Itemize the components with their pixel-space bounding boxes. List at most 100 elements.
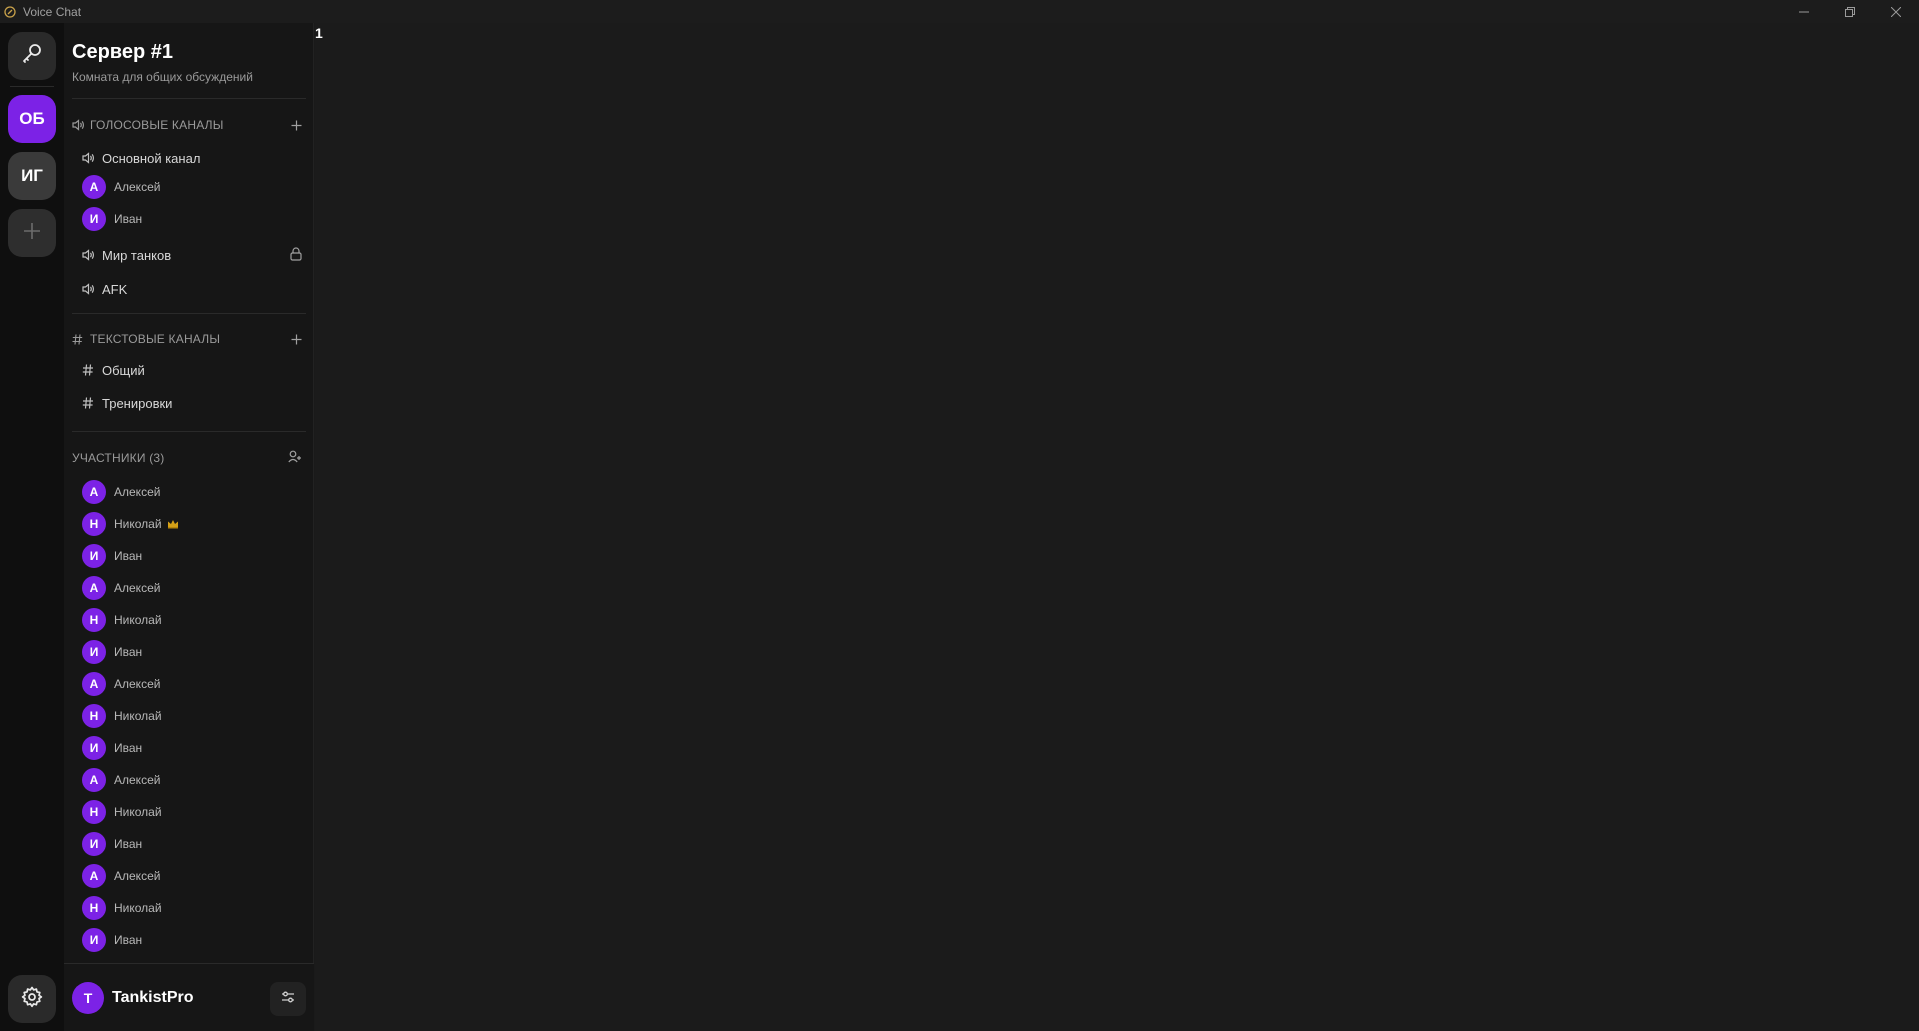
plus-icon	[22, 221, 42, 246]
user-name: Иван	[114, 212, 143, 226]
gear-icon	[20, 985, 44, 1014]
member-name: Алексей	[114, 773, 161, 787]
microphone-icon	[19, 41, 45, 72]
speaker-icon	[72, 119, 86, 131]
voice-channel-afk[interactable]: AFK	[82, 277, 306, 301]
server-initials: ОБ	[19, 109, 45, 128]
settings-button[interactable]	[8, 975, 56, 1023]
text-channel-general[interactable]: Общий	[82, 358, 306, 382]
member-name: Иван	[114, 549, 143, 563]
close-window-button[interactable]	[1873, 0, 1919, 23]
lock-icon	[290, 247, 302, 264]
avatar: А	[82, 576, 106, 600]
server-ig-button[interactable]: ИГ	[8, 152, 56, 200]
rail-divider	[10, 86, 54, 87]
voice-channel-tanks[interactable]: Мир танков	[82, 243, 306, 267]
avatar: И	[82, 207, 106, 231]
avatar: Н	[82, 512, 106, 536]
member-name: Иван	[114, 837, 143, 851]
member-row[interactable]: Н Николай	[82, 799, 306, 825]
channel-name: Основной канал	[102, 150, 201, 166]
member-row[interactable]: И Иван	[82, 831, 306, 857]
server-title: Сервер #1	[72, 41, 173, 63]
voice-channel-main[interactable]: Основной канал	[82, 146, 306, 170]
section-label: ГОЛОСОВЫЕ КАНАЛЫ	[90, 118, 224, 132]
minimize-button[interactable]	[1781, 0, 1827, 23]
member-name: Николай	[114, 517, 162, 531]
avatar: А	[82, 175, 106, 199]
window-title: Voice Chat	[23, 4, 82, 19]
user-avatar[interactable]: T	[72, 982, 104, 1014]
member-row[interactable]: А Алексей	[82, 671, 306, 697]
restore-button[interactable]	[1827, 0, 1873, 23]
members-header: УЧАСТНИКИ (3)	[72, 449, 306, 467]
hash-icon	[72, 333, 86, 345]
add-voice-channel-button[interactable]	[291, 116, 302, 134]
user-name: Алексей	[114, 180, 161, 194]
speaker-icon	[82, 152, 100, 164]
member-name: Алексей	[114, 485, 161, 499]
member-row[interactable]: А Алексей	[82, 479, 306, 505]
member-row[interactable]: А Алексей	[82, 767, 306, 793]
member-row[interactable]: И Иван	[82, 735, 306, 761]
add-server-button[interactable]	[8, 209, 56, 257]
voice-user[interactable]: И Иван	[82, 206, 306, 232]
member-name: Иван	[114, 933, 143, 947]
speaker-icon	[82, 283, 100, 295]
avatar: А	[82, 672, 106, 696]
avatar: И	[82, 832, 106, 856]
main-badge: 1	[315, 25, 323, 41]
section-label: ТЕКСТОВЫЕ КАНАЛЫ	[90, 332, 221, 346]
avatar: И	[82, 736, 106, 760]
channel-name: AFK	[102, 281, 128, 297]
server-header: Сервер #1 Комната для общих обсуждений	[72, 41, 253, 84]
member-name: Алексей	[114, 581, 161, 595]
member-row[interactable]: Н Николай	[82, 703, 306, 729]
member-name: Николай	[114, 901, 162, 915]
avatar: А	[82, 768, 106, 792]
crown-icon	[167, 519, 179, 529]
title-bar: Voice Chat	[0, 0, 1919, 23]
home-button[interactable]	[8, 32, 56, 80]
member-row[interactable]: Н Николай	[82, 511, 306, 537]
add-text-channel-button[interactable]	[291, 330, 302, 348]
member-row[interactable]: А Алексей	[82, 863, 306, 889]
member-name: Иван	[114, 645, 143, 659]
divider	[72, 431, 306, 432]
avatar: А	[82, 864, 106, 888]
server-ob-button[interactable]: ОБ	[8, 95, 56, 143]
speaker-icon	[82, 249, 100, 261]
divider	[72, 98, 306, 99]
main-content: 1	[315, 23, 1919, 1031]
member-row[interactable]: И Иван	[82, 639, 306, 665]
text-channel-trainings[interactable]: Тренировки	[82, 391, 306, 415]
member-row[interactable]: И Иван	[82, 927, 306, 953]
hash-icon	[82, 397, 100, 409]
member-name: Николай	[114, 805, 162, 819]
server-subtitle: Комната для общих обсуждений	[72, 70, 253, 84]
member-row[interactable]: И Иван	[82, 543, 306, 569]
section-label: УЧАСТНИКИ (3)	[72, 451, 165, 465]
channel-sidebar: Сервер #1 Комната для общих обсуждений Г…	[64, 23, 314, 1031]
avatar: Н	[82, 608, 106, 632]
app-icon	[3, 5, 17, 19]
channel-name: Общий	[102, 362, 145, 378]
member-row[interactable]: А Алексей	[82, 575, 306, 601]
member-row[interactable]: Н Николай	[82, 895, 306, 921]
avatar: И	[82, 640, 106, 664]
avatar: И	[82, 928, 106, 952]
sliders-icon	[281, 990, 295, 1009]
member-name: Николай	[114, 709, 162, 723]
voice-user[interactable]: А Алексей	[82, 174, 306, 200]
server-initials: ИГ	[21, 166, 43, 185]
channel-name: Мир танков	[102, 247, 172, 263]
avatar: А	[82, 480, 106, 504]
member-name: Николай	[114, 613, 162, 627]
add-user-icon	[288, 450, 302, 466]
member-name: Алексей	[114, 869, 161, 883]
server-rail: ОБ ИГ	[0, 23, 64, 1031]
member-row[interactable]: Н Николай	[82, 607, 306, 633]
invite-member-button[interactable]	[288, 449, 302, 467]
divider	[72, 313, 306, 314]
user-controls-button[interactable]	[270, 982, 306, 1016]
